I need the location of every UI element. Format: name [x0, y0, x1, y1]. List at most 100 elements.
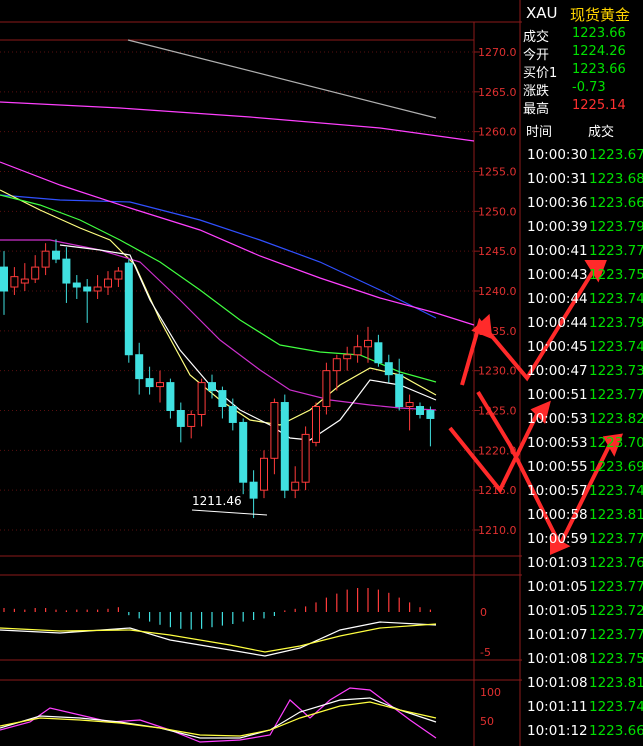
tick-row: 10:00:39 1223.79	[522, 215, 643, 239]
tick-row: 10:00:58 1223.81	[522, 503, 643, 527]
candle-body	[249, 481, 258, 499]
ma-purple-line-high	[0, 101, 475, 142]
tick-price: 1223.76	[589, 555, 643, 571]
kdj-yellow-line	[0, 701, 437, 737]
tick-time: 10:00:55	[527, 459, 588, 475]
kdj-tick-label: 100	[480, 686, 501, 699]
tick-price: 1223.77	[589, 387, 643, 403]
candle-body	[135, 354, 144, 380]
tick-time: 10:00:44	[527, 291, 588, 307]
price-tick-label: 1225.0	[478, 405, 517, 418]
price-tick-label: 1240.0	[478, 285, 517, 298]
tick-price: 1223.66	[589, 195, 643, 211]
tick-row: 10:00:36 1223.66	[522, 191, 643, 215]
tick-time: 10:00:36	[527, 195, 588, 211]
tick-price: 1223.81	[589, 507, 643, 523]
candle-body	[41, 250, 50, 268]
tick-time: 10:00:41	[527, 243, 588, 259]
tick-row: 10:00:41 1223.77	[522, 239, 643, 263]
tick-row: 10:00:53 1223.70	[522, 431, 643, 455]
candle-body	[166, 382, 175, 412]
tick-price: 1223.75	[589, 651, 643, 667]
quote-row: 买价1 1223.66	[522, 61, 643, 81]
kdj-magenta-line	[0, 687, 437, 743]
tick-time: 10:00:57	[527, 483, 588, 499]
tick-time: 10:00:51	[527, 387, 588, 403]
ticks-header-time: 时间	[526, 125, 553, 140]
tick-time: 10:00:39	[527, 219, 588, 235]
tick-price: 1223.77	[589, 531, 643, 547]
tick-price: 1223.72	[589, 603, 643, 619]
kdj-axis-ticks: 100 50	[480, 686, 501, 728]
tick-row: 10:00:47 1223.73	[522, 359, 643, 383]
kdj-panel	[0, 687, 437, 743]
candle-body	[260, 457, 268, 491]
candle-body	[176, 410, 185, 427]
price-tick-label: 1260.0	[478, 126, 517, 139]
quote-row: 成交 1223.66	[522, 25, 643, 45]
candle-body	[104, 278, 112, 288]
quote-value: 1223.66	[572, 62, 626, 77]
tick-price: 1223.69	[589, 459, 643, 475]
macd-white-line	[0, 621, 437, 657]
candle-body	[301, 433, 310, 483]
tick-row: 10:00:57 1223.74	[522, 479, 643, 503]
tick-row: 10:00:53 1223.82	[522, 407, 643, 431]
tick-row: 10:01:05 1223.77	[522, 575, 643, 599]
symbol-code: XAU	[526, 4, 558, 22]
candle-body	[20, 278, 29, 284]
ma-blue-line	[0, 194, 437, 319]
candle-body	[93, 286, 102, 292]
tick-time: 10:01:11	[527, 699, 588, 715]
tick-time: 10:01:05	[527, 603, 588, 619]
tick-time: 10:00:59	[527, 531, 588, 547]
ticks-header-price: 成交	[588, 125, 615, 140]
price-tick-label: 1255.0	[478, 166, 517, 179]
candle-body	[405, 402, 414, 408]
tick-row: 10:01:08 1223.81	[522, 671, 643, 695]
tick-time: 10:01:12	[527, 723, 588, 739]
candle-body	[312, 406, 320, 443]
tick-row: 10:00:44 1223.79	[522, 311, 643, 335]
chart-frame	[0, 0, 522, 746]
candle-body	[322, 370, 331, 408]
low-price-leader	[191, 509, 268, 516]
symbol-name: 现货黄金	[570, 6, 631, 24]
candle-body	[187, 413, 196, 427]
candle-body	[270, 402, 279, 459]
quote-row: 最高 1225.14	[522, 97, 643, 117]
quote-value: 1225.14	[572, 98, 626, 113]
tick-time: 10:00:58	[527, 507, 588, 523]
tick-row: 10:01:03 1223.76	[522, 551, 643, 575]
candle-body	[218, 390, 227, 408]
candle-body	[0, 266, 8, 292]
candle-body	[416, 406, 424, 415]
tick-row: 10:01:05 1223.72	[522, 599, 643, 623]
price-tick-label: 1210.0	[478, 524, 517, 537]
tick-time: 10:00:30	[527, 147, 588, 163]
candle-body	[343, 354, 352, 360]
quote-value: 1223.66	[572, 26, 626, 41]
tick-time: 10:01:08	[527, 675, 588, 691]
tick-row: 10:00:59 1223.77	[522, 527, 643, 551]
tick-row: 10:00:30 1223.67	[522, 143, 643, 167]
candle-body	[291, 481, 300, 491]
tick-row: 10:01:08 1223.75	[522, 647, 643, 671]
tick-price: 1223.74	[589, 291, 643, 307]
tick-time: 10:01:03	[527, 555, 588, 571]
quote-value: 1224.26	[572, 44, 626, 59]
candle-body	[374, 342, 383, 364]
tick-time: 10:00:47	[527, 363, 588, 379]
candle-body	[395, 374, 404, 408]
tick-price: 1223.67	[589, 147, 643, 163]
candle-body	[353, 346, 362, 356]
candle-body	[62, 258, 71, 284]
price-tick-label: 1230.0	[478, 365, 517, 378]
ma-magenta-line	[0, 161, 475, 326]
tick-row: 10:00:44 1223.74	[522, 287, 643, 311]
candle-body	[10, 276, 19, 288]
ma-white-yellow-line	[0, 189, 437, 426]
tick-price: 1223.77	[589, 579, 643, 595]
quote-header: XAU 现货黄金	[522, 0, 643, 25]
candle-body	[124, 262, 133, 356]
